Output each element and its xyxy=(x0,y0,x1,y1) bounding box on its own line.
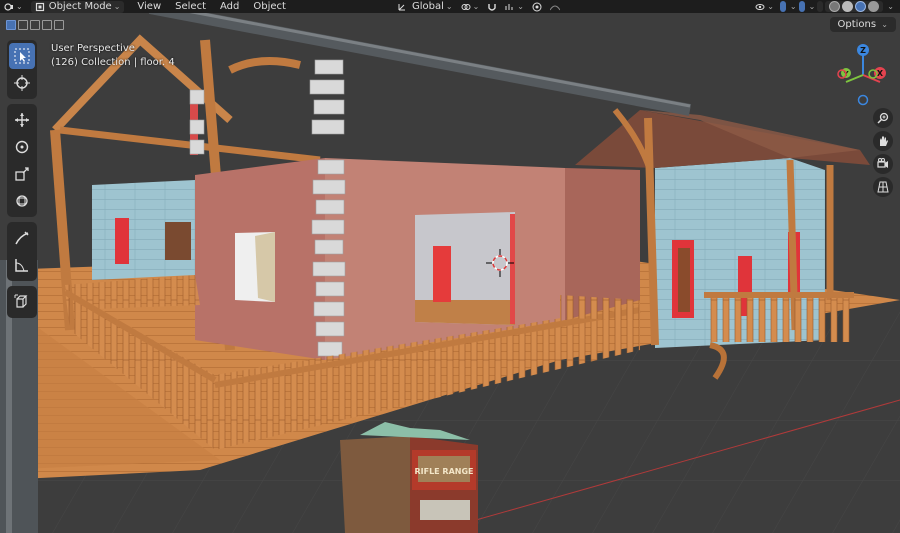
eye-icon xyxy=(755,3,765,10)
visibility-button[interactable]: ⌄ xyxy=(751,0,778,13)
tool-settings-row: Options ⌄ xyxy=(0,13,900,37)
cursor-tool[interactable] xyxy=(9,70,35,96)
viewport-header: ⌄ Object Mode ⌄ View Select Add Object G… xyxy=(0,0,900,13)
toolbar-group-annotate xyxy=(7,222,37,281)
zoom-button[interactable] xyxy=(873,108,893,128)
camera-view-button[interactable] xyxy=(873,154,893,174)
shading-modes xyxy=(825,1,884,12)
collection-label: (126) Collection | floor. 4 xyxy=(51,57,175,68)
overlays-toggle[interactable] xyxy=(798,1,805,12)
viewport-info: User Perspective (126) Collection | floo… xyxy=(51,42,175,70)
annotate-tool[interactable] xyxy=(9,225,35,251)
cursor-arrow-icon xyxy=(14,48,30,64)
rendered-shading-icon[interactable] xyxy=(868,1,880,12)
editor-type-button[interactable]: ⌄ xyxy=(0,0,27,13)
chevron-down-icon: ⌄ xyxy=(767,2,774,11)
scale-tool[interactable] xyxy=(9,161,35,187)
transform-orientation-label: Global xyxy=(411,1,444,12)
xray-toggle[interactable] xyxy=(817,1,824,12)
pencil-icon xyxy=(15,231,29,245)
select-mode-group xyxy=(6,20,64,30)
falloff-button[interactable] xyxy=(546,0,564,13)
grid-perspective-icon xyxy=(877,181,889,193)
navigation-gizmo[interactable]: Z X Y xyxy=(828,40,898,110)
scale-icon xyxy=(15,167,29,181)
menu-object[interactable]: Object xyxy=(246,1,293,12)
select-extend-icon[interactable] xyxy=(18,20,28,30)
chevron-down-icon: ⌄ xyxy=(808,2,816,11)
select-intersect-icon[interactable] xyxy=(54,20,64,30)
proportional-edit-icon xyxy=(532,2,542,11)
gizmo-toggle[interactable] xyxy=(779,1,786,12)
zoom-icon xyxy=(877,112,889,124)
toolbar-group-transform xyxy=(7,104,37,217)
select-subtract-icon[interactable] xyxy=(30,20,40,30)
select-new-icon[interactable] xyxy=(6,20,16,30)
chevron-down-icon: ⌄ xyxy=(445,2,453,11)
menu-view[interactable]: View xyxy=(130,1,168,12)
mode-select[interactable]: Object Mode ⌄ xyxy=(30,0,125,13)
crosshair-icon xyxy=(14,75,30,91)
options-button[interactable]: Options ⌄ xyxy=(829,17,896,32)
mode-select-label: Object Mode xyxy=(48,1,112,12)
add-cube-icon xyxy=(14,294,28,308)
proportional-edit-toggle[interactable] xyxy=(528,0,546,13)
add-cube-tool[interactable] xyxy=(9,289,35,315)
viewport-nav-tools xyxy=(873,108,895,200)
chevron-down-icon[interactable]: ⌄ xyxy=(887,2,894,11)
orientation-icon xyxy=(398,3,405,10)
move-tool[interactable] xyxy=(9,107,35,133)
transform-orientation-select[interactable]: Global ⌄ xyxy=(393,0,457,13)
x-axis-label: X xyxy=(877,69,884,78)
perspective-label: User Perspective xyxy=(51,43,135,54)
wireframe-shading-icon[interactable] xyxy=(829,1,841,12)
booth-sign-text: RIFLE RANGE xyxy=(414,467,473,476)
snap-toggle[interactable] xyxy=(483,0,501,13)
material-shading-icon[interactable] xyxy=(855,1,867,12)
chevron-down-icon: ⌄ xyxy=(881,20,888,29)
transform-tool[interactable] xyxy=(9,188,35,214)
falloff-curve-icon xyxy=(549,5,560,10)
snap-target-button[interactable]: ⌄ xyxy=(501,0,528,13)
menu-add[interactable]: Add xyxy=(213,1,246,12)
select-invert-icon[interactable] xyxy=(42,20,52,30)
pivot-icon xyxy=(461,3,471,10)
chevron-down-icon: ⌄ xyxy=(789,2,797,11)
menu-select[interactable]: Select xyxy=(168,1,213,12)
object-mode-icon xyxy=(35,2,44,11)
z-axis-label: Z xyxy=(860,46,866,55)
options-label: Options xyxy=(837,19,877,30)
transform-icon xyxy=(16,195,28,207)
chevron-down-icon: ⌄ xyxy=(16,2,23,11)
camera-icon xyxy=(877,158,888,168)
chevron-down-icon: ⌄ xyxy=(113,2,121,11)
chevron-down-icon: ⌄ xyxy=(472,2,480,11)
neg-z-axis-handle[interactable] xyxy=(857,94,869,106)
rotate-tool[interactable] xyxy=(9,134,35,160)
magnet-icon xyxy=(488,3,496,11)
snap-increment-icon xyxy=(505,3,513,10)
chevron-down-icon: ⌄ xyxy=(517,2,524,11)
measure-tool[interactable] xyxy=(9,252,35,278)
viewport-scene[interactable]: RIFLE RANGE xyxy=(0,0,900,533)
ruler-icon xyxy=(15,259,28,272)
toolbar-group-add xyxy=(7,286,37,318)
solid-shading-icon[interactable] xyxy=(842,1,854,12)
toolbar-group-select xyxy=(7,40,37,99)
rotate-icon xyxy=(15,140,29,154)
pan-button[interactable] xyxy=(873,131,893,151)
perspective-toggle-button[interactable] xyxy=(873,177,893,197)
select-box-tool[interactable] xyxy=(9,43,35,69)
pivot-point-button[interactable]: ⌄ xyxy=(457,0,484,13)
left-toolbar xyxy=(7,40,37,323)
hand-icon xyxy=(880,136,888,146)
camera-editor-icon xyxy=(4,2,13,11)
move-arrows-icon xyxy=(15,113,29,127)
